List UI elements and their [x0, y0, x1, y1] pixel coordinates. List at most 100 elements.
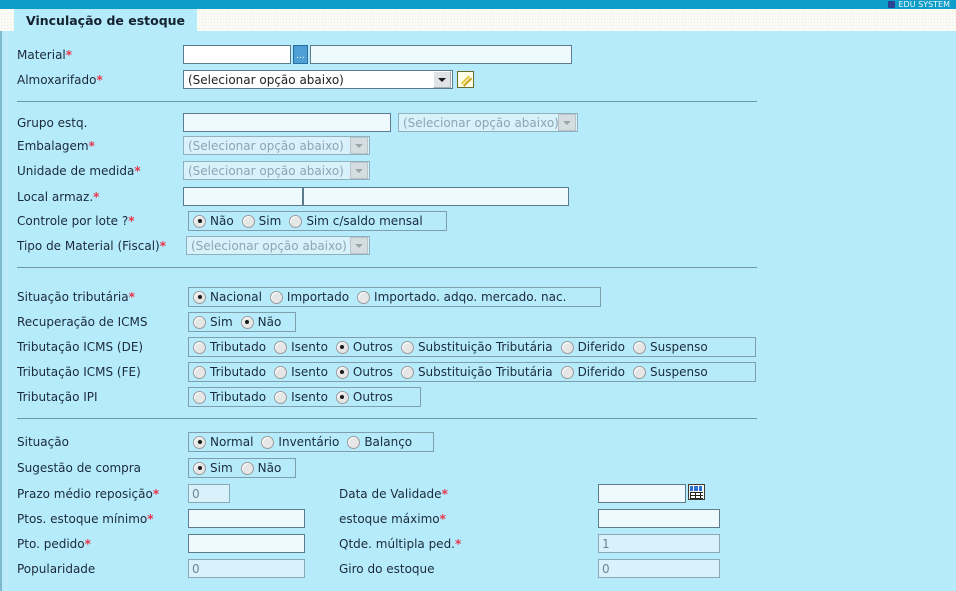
radio-icon[interactable]: [274, 340, 288, 354]
recuperacao-icms-option-1[interactable]: Não: [240, 315, 281, 329]
radio-icon[interactable]: [193, 214, 206, 228]
ptos-estoque-minimo-input[interactable]: [188, 509, 305, 528]
radio-icon[interactable]: [400, 340, 414, 354]
controle-lote-option-2[interactable]: Sim c/saldo mensal: [289, 214, 423, 228]
chevron-down-icon[interactable]: [433, 71, 451, 88]
radio-icon[interactable]: [632, 365, 646, 379]
situacao-option-2[interactable]: Balanço: [347, 435, 412, 449]
tributacao-icms-de-option-3[interactable]: Substituição Tributária: [400, 340, 553, 354]
tributacao-icms-fe-option-label: Isento: [291, 365, 328, 379]
tipo-material-fiscal-select[interactable]: (Selecionar opção abaixo): [186, 236, 370, 255]
radio-icon[interactable]: [261, 435, 275, 449]
tributacao-ipi-option-1[interactable]: Isento: [274, 390, 328, 404]
radio-icon[interactable]: [193, 290, 206, 304]
pto-pedido-input[interactable]: [188, 534, 305, 553]
data-validade-input[interactable]: [598, 484, 686, 503]
radio-icon[interactable]: [193, 340, 206, 354]
radio-icon[interactable]: [269, 290, 283, 304]
controle-lote-option-1[interactable]: Sim: [241, 214, 281, 228]
tributacao-icms-de-option-label: Tributado: [210, 340, 267, 354]
top-bar-account-area[interactable]: EDU SYSTEM: [887, 0, 950, 9]
material-name-input[interactable]: [310, 45, 572, 64]
qtde-multipla-ped-input[interactable]: [598, 534, 720, 553]
chevron-down-icon[interactable]: [350, 162, 368, 179]
local-armaz-name-input[interactable]: [303, 187, 569, 206]
almoxarifado-edit-button[interactable]: [457, 71, 474, 88]
sugestao-compra-option-0[interactable]: Sim: [193, 461, 233, 475]
embalagem-select[interactable]: (Selecionar opção abaixo): [183, 136, 370, 155]
radio-icon[interactable]: [560, 365, 574, 379]
recuperacao-icms-option-0[interactable]: Sim: [193, 315, 233, 329]
chevron-down-icon[interactable]: [350, 237, 368, 254]
radio-icon[interactable]: [560, 340, 574, 354]
material-code-input[interactable]: [183, 45, 291, 64]
section-divider-3: [17, 418, 757, 419]
situacao-radio-group: Normal Inventário Balanço: [188, 432, 434, 452]
chevron-down-icon[interactable]: [558, 114, 576, 131]
radio-icon[interactable]: [400, 365, 414, 379]
radio-icon[interactable]: [240, 315, 254, 329]
grupo-estq-label: Grupo estq.: [17, 116, 88, 130]
radio-icon[interactable]: [335, 390, 349, 404]
tributacao-ipi-option-0[interactable]: Tributado: [193, 390, 266, 404]
radio-icon[interactable]: [241, 214, 255, 228]
tab-vinculacao-de-estoque[interactable]: Vinculação de estoque: [14, 9, 198, 31]
tributacao-icms-fe-option-2[interactable]: Outros: [335, 365, 393, 379]
tributacao-icms-fe-option-0[interactable]: Tributado: [193, 365, 266, 379]
situacao-tributaria-label: Situação tributária*: [17, 290, 135, 304]
situacao-tributaria-option-1[interactable]: Importado: [269, 290, 349, 304]
embalagem-select-value: (Selecionar opção abaixo): [188, 138, 344, 153]
prazo-medio-reposicao-input[interactable]: [188, 484, 230, 503]
tributacao-icms-de-option-2[interactable]: Outros: [335, 340, 393, 354]
grupo-estq-select[interactable]: (Selecionar opção abaixo): [398, 113, 578, 132]
data-validade-calendar-button[interactable]: [688, 484, 705, 500]
radio-icon[interactable]: [357, 290, 371, 304]
tributacao-icms-de-option-0[interactable]: Tributado: [193, 340, 266, 354]
tributacao-icms-fe-option-label: Substituição Tributária: [417, 365, 553, 379]
tributacao-icms-fe-option-4[interactable]: Diferido: [560, 365, 625, 379]
radio-icon[interactable]: [632, 340, 646, 354]
tributacao-icms-fe-radio-group: Tributado Isento Outros Substituição Tribut…: [188, 362, 756, 382]
situacao-option-1[interactable]: Inventário: [261, 435, 339, 449]
tributacao-ipi-option-2[interactable]: Outros: [335, 390, 393, 404]
radio-icon[interactable]: [289, 214, 303, 228]
tributacao-icms-fe-option-1[interactable]: Isento: [274, 365, 328, 379]
form-panel: Material* ... Almoxarifado* (Selecionar …: [0, 31, 956, 591]
popularidade-input[interactable]: [188, 559, 305, 578]
local-armaz-code-input[interactable]: [183, 187, 303, 206]
radio-icon[interactable]: [335, 340, 349, 354]
radio-icon[interactable]: [335, 365, 349, 379]
unidade-medida-select-value: (Selecionar opção abaixo): [188, 163, 344, 178]
estoque-maximo-input[interactable]: [598, 509, 720, 528]
unidade-medida-select[interactable]: (Selecionar opção abaixo): [183, 161, 370, 180]
situacao-option-0[interactable]: Normal: [193, 435, 253, 449]
tributacao-icms-fe-option-3[interactable]: Substituição Tributária: [400, 365, 553, 379]
tributacao-icms-de-option-5[interactable]: Suspenso: [632, 340, 708, 354]
tab-strip: Vinculação de estoque: [0, 9, 956, 32]
tributacao-icms-de-option-4[interactable]: Diferido: [560, 340, 625, 354]
tributacao-icms-de-option-1[interactable]: Isento: [274, 340, 328, 354]
radio-icon[interactable]: [193, 365, 206, 379]
pencil-icon: [460, 74, 471, 85]
tributacao-icms-fe-option-5[interactable]: Suspenso: [632, 365, 708, 379]
radio-icon[interactable]: [274, 390, 288, 404]
radio-icon[interactable]: [274, 365, 288, 379]
almoxarifado-select[interactable]: (Selecionar opção abaixo): [183, 70, 453, 89]
material-lookup-button[interactable]: ...: [293, 45, 308, 64]
radio-icon[interactable]: [193, 461, 206, 475]
radio-icon[interactable]: [193, 315, 206, 329]
situacao-tributaria-option-0[interactable]: Nacional: [193, 290, 262, 304]
radio-icon[interactable]: [347, 435, 361, 449]
radio-icon[interactable]: [240, 461, 254, 475]
grupo-estq-input[interactable]: [183, 113, 391, 132]
popularidade-label: Popularidade: [17, 562, 96, 576]
sugestao-compra-option-1[interactable]: Não: [240, 461, 281, 475]
tributacao-icms-de-option-label: Outros: [352, 340, 393, 354]
radio-icon[interactable]: [193, 435, 206, 449]
situacao-tributaria-option-2[interactable]: Importado. adqo. mercado. nac.: [357, 290, 566, 304]
chevron-down-icon[interactable]: [350, 137, 368, 154]
controle-lote-option-0[interactable]: Não: [193, 214, 234, 228]
giro-estoque-input[interactable]: [598, 559, 720, 578]
sugestao-compra-option-label: Sim: [210, 461, 233, 475]
radio-icon[interactable]: [193, 390, 206, 404]
